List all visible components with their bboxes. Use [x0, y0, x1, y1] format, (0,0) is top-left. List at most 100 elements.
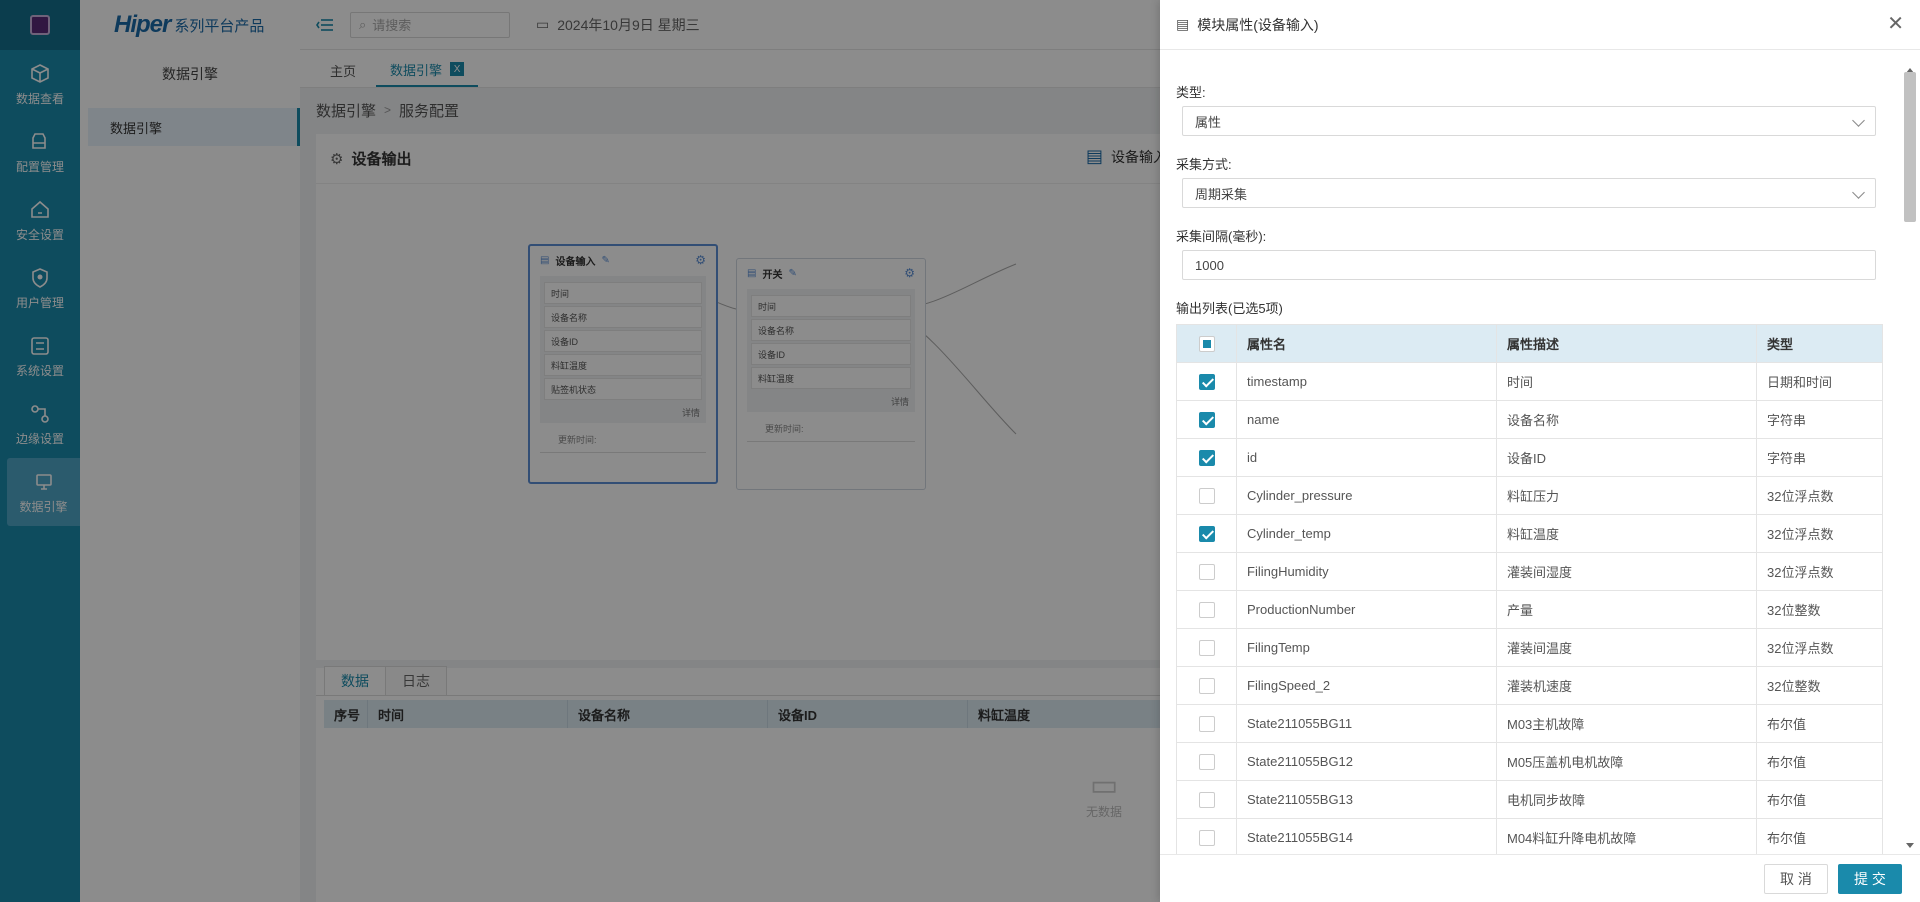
property-desc: M05压盖机电机故障 [1496, 742, 1757, 781]
property-desc: 电机同步故障 [1496, 780, 1757, 819]
table-row[interactable]: FilingSpeed_2 灌装机速度 32位整数 [1176, 666, 1883, 705]
table-row[interactable]: ProductionNumber 产量 32位整数 [1176, 590, 1883, 629]
property-name: State211055BG11 [1236, 704, 1497, 743]
property-desc: 设备ID [1496, 438, 1757, 477]
row-checkbox-cell [1176, 362, 1237, 401]
property-name: timestamp [1236, 362, 1497, 401]
property-name: State211055BG13 [1236, 780, 1497, 819]
select-all-cell [1176, 324, 1237, 363]
row-checkbox-cell [1176, 476, 1237, 515]
row-checkbox-cell [1176, 590, 1237, 629]
close-icon[interactable]: ✕ [1887, 14, 1904, 34]
property-type: 布尔值 [1756, 818, 1883, 854]
row-checkbox[interactable] [1198, 373, 1215, 390]
row-checkbox-cell [1176, 704, 1237, 743]
property-desc: M03主机故障 [1496, 704, 1757, 743]
property-desc: 灌装间湿度 [1496, 552, 1757, 591]
module-properties-drawer: ▤ 模块属性(设备输入) ✕ 类型: 属性 采集方式: 周期采集 采集间隔(毫秒… [1160, 0, 1920, 902]
interval-value: 1000 [1195, 257, 1224, 273]
cancel-button[interactable]: 取 消 [1764, 863, 1828, 894]
column-header: 类型 [1756, 324, 1883, 363]
property-type: 32位浮点数 [1756, 476, 1883, 515]
method-select[interactable]: 周期采集 [1182, 178, 1876, 208]
scroll-thumb[interactable] [1904, 72, 1916, 222]
row-checkbox[interactable] [1198, 829, 1215, 846]
row-checkbox[interactable] [1198, 715, 1215, 732]
row-checkbox[interactable] [1198, 563, 1215, 580]
row-checkbox[interactable] [1198, 601, 1215, 618]
table-row[interactable]: Cylinder_temp 料缸温度 32位浮点数 [1176, 514, 1883, 553]
property-type: 32位浮点数 [1756, 628, 1883, 667]
interval-label: 采集间隔(毫秒): [1176, 229, 1267, 244]
property-type: 32位浮点数 [1756, 552, 1883, 591]
row-checkbox[interactable] [1198, 677, 1215, 694]
column-header: 属性名 [1236, 324, 1497, 363]
property-name: State211055BG12 [1236, 742, 1497, 781]
document-icon: ▤ [1176, 16, 1190, 32]
chevron-down-icon [1852, 186, 1865, 199]
property-type: 日期和时间 [1756, 362, 1883, 401]
property-name: name [1236, 400, 1497, 439]
row-checkbox-cell [1176, 514, 1237, 553]
property-type: 布尔值 [1756, 780, 1883, 819]
property-name: Cylinder_temp [1236, 514, 1497, 553]
row-checkbox[interactable] [1198, 449, 1215, 466]
row-checkbox-cell [1176, 438, 1237, 477]
property-type: 32位整数 [1756, 590, 1883, 629]
table-row[interactable]: State211055BG13 电机同步故障 布尔值 [1176, 780, 1883, 819]
output-list-label: 输出列表(已选5项) [1176, 301, 1283, 316]
property-type: 字符串 [1756, 438, 1883, 477]
property-desc: 灌装间温度 [1496, 628, 1757, 667]
row-checkbox[interactable] [1198, 791, 1215, 808]
table-row[interactable]: timestamp 时间 日期和时间 [1176, 362, 1883, 401]
row-checkbox-cell [1176, 400, 1237, 439]
table-row[interactable]: FilingTemp 灌装间温度 32位浮点数 [1176, 628, 1883, 667]
type-value: 属性 [1195, 114, 1222, 130]
table-header-row: 属性名 属性描述 类型 [1176, 324, 1883, 363]
property-name: FilingSpeed_2 [1236, 666, 1497, 705]
select-all-checkbox[interactable] [1198, 335, 1215, 352]
property-desc: 时间 [1496, 362, 1757, 401]
row-checkbox[interactable] [1198, 487, 1215, 504]
table-row[interactable]: Cylinder_pressure 料缸压力 32位浮点数 [1176, 476, 1883, 515]
property-desc: 设备名称 [1496, 400, 1757, 439]
drawer-body: 类型: 属性 采集方式: 周期采集 采集间隔(毫秒): 1000 输出列表(已选… [1160, 50, 1900, 854]
row-checkbox-cell [1176, 666, 1237, 705]
property-type: 字符串 [1756, 400, 1883, 439]
property-desc: 产量 [1496, 590, 1757, 629]
table-row[interactable]: name 设备名称 字符串 [1176, 400, 1883, 439]
row-checkbox-cell [1176, 742, 1237, 781]
table-row[interactable]: State211055BG14 M04料缸升降电机故障 布尔值 [1176, 818, 1883, 854]
property-type: 32位浮点数 [1756, 514, 1883, 553]
property-desc: M04料缸升降电机故障 [1496, 818, 1757, 854]
property-name: FilingHumidity [1236, 552, 1497, 591]
table-row[interactable]: id 设备ID 字符串 [1176, 438, 1883, 477]
table-row[interactable]: FilingHumidity 灌装间湿度 32位浮点数 [1176, 552, 1883, 591]
type-select[interactable]: 属性 [1182, 106, 1876, 136]
drawer-scrollbar[interactable] [1902, 68, 1918, 848]
property-type: 布尔值 [1756, 704, 1883, 743]
row-checkbox-cell [1176, 628, 1237, 667]
drawer-footer: 取 消 提 交 [1160, 854, 1920, 902]
interval-input[interactable]: 1000 [1182, 250, 1876, 280]
submit-button[interactable]: 提 交 [1838, 863, 1902, 894]
type-label: 类型: [1176, 85, 1206, 100]
property-desc: 料缸压力 [1496, 476, 1757, 515]
row-checkbox[interactable] [1198, 411, 1215, 428]
property-name: FilingTemp [1236, 628, 1497, 667]
table-row[interactable]: State211055BG11 M03主机故障 布尔值 [1176, 704, 1883, 743]
modal-overlay[interactable] [0, 0, 1160, 902]
row-checkbox[interactable] [1198, 753, 1215, 770]
method-label: 采集方式: [1176, 157, 1232, 172]
row-checkbox-cell [1176, 780, 1237, 819]
scroll-down-icon[interactable] [1906, 843, 1914, 848]
row-checkbox[interactable] [1198, 525, 1215, 542]
property-name: State211055BG14 [1236, 818, 1497, 854]
row-checkbox-cell [1176, 818, 1237, 854]
table-row[interactable]: State211055BG12 M05压盖机电机故障 布尔值 [1176, 742, 1883, 781]
property-name: id [1236, 438, 1497, 477]
property-name: Cylinder_pressure [1236, 476, 1497, 515]
output-list-table: 属性名 属性描述 类型 timestamp 时间 日期和时间 name 设备名称 字符串 i… [1176, 324, 1883, 854]
row-checkbox[interactable] [1198, 639, 1215, 656]
method-value: 周期采集 [1195, 186, 1248, 202]
